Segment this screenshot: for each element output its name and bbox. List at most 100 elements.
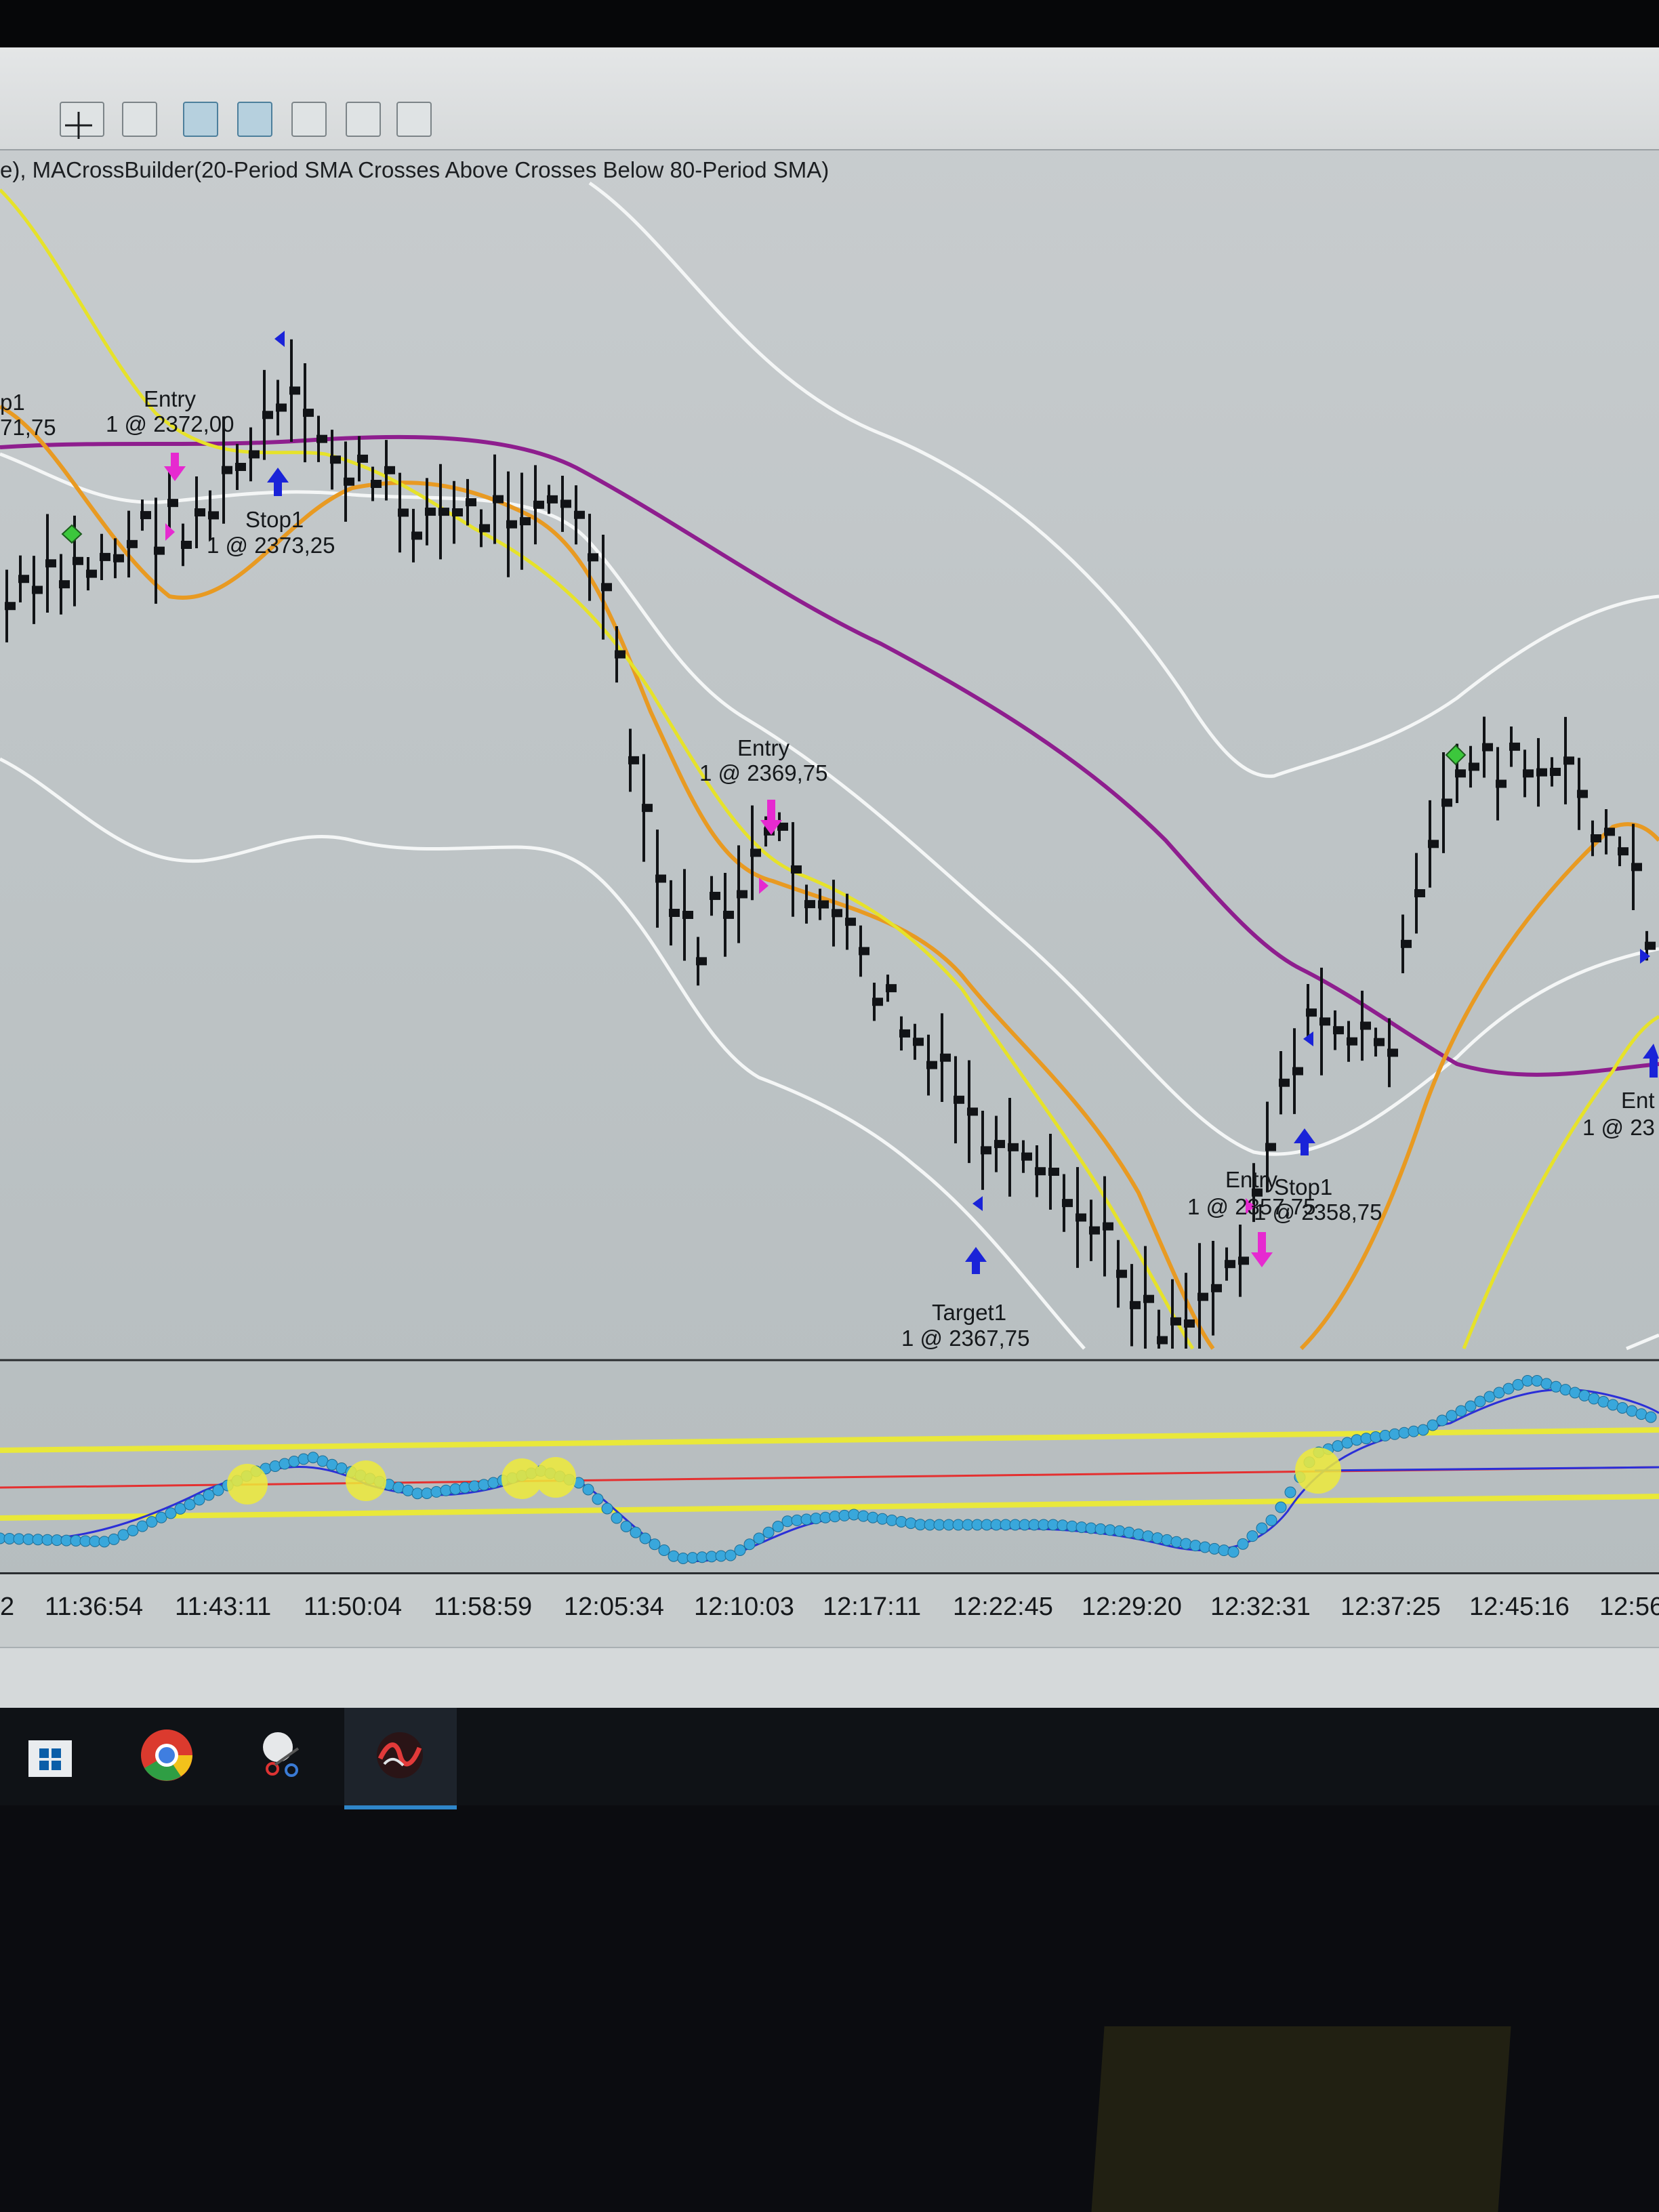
time-label: 11:43:11 <box>175 1593 272 1621</box>
price-bar-tick <box>140 511 151 520</box>
price-bar-tick <box>1197 1292 1208 1301</box>
price-bar-tick <box>1496 779 1507 788</box>
oscillator-dot <box>468 1480 480 1492</box>
oscillator-dot <box>1341 1437 1353 1449</box>
price-bar-tick <box>1482 743 1493 752</box>
price-bar-tick <box>127 539 138 548</box>
oscillator-dot <box>1265 1514 1277 1526</box>
oscillator-dot <box>1408 1425 1420 1437</box>
price-bar-tick <box>1455 769 1466 778</box>
price-bar-tick <box>1591 834 1601 843</box>
oscillator-dot <box>772 1521 784 1532</box>
oscillator-dot <box>1104 1524 1116 1536</box>
oscillator-dot <box>1094 1523 1107 1535</box>
price-bar-tick <box>682 911 693 920</box>
marker-title: Target1 <box>932 1300 1007 1325</box>
price-bar-tick <box>1225 1260 1235 1269</box>
oscillator-dot <box>288 1456 300 1467</box>
oscillator-dot <box>1436 1414 1448 1427</box>
price-bar-tick <box>438 508 449 516</box>
oscillator-dot <box>1351 1434 1363 1446</box>
price-bar-tick <box>289 386 300 395</box>
time-label: 12:05:34 <box>564 1593 664 1621</box>
snipping-tool-icon[interactable] <box>251 1721 319 1789</box>
price-bar-tick <box>45 559 56 568</box>
price-bar-tick <box>398 508 409 517</box>
oscillator-dot <box>298 1453 310 1465</box>
oscillator-dot <box>743 1538 756 1551</box>
crosshair-glyph <box>65 112 92 139</box>
oscillator-dot <box>203 1489 215 1501</box>
price-bar-tick <box>1618 847 1629 856</box>
price-bar-tick <box>1021 1152 1032 1161</box>
price-bar-tick <box>1103 1222 1113 1231</box>
price-bar-tick <box>344 477 354 486</box>
price-bar-tick <box>696 957 707 966</box>
price-bar-tick <box>601 583 612 592</box>
price-bar-tick <box>181 540 192 549</box>
price-bar-tick <box>1577 790 1588 798</box>
oscillator-dot <box>1427 1419 1439 1431</box>
price-bar-tick <box>899 1029 910 1038</box>
oscillator-dot <box>1237 1538 1249 1550</box>
price-bar-tick <box>493 495 504 504</box>
price-bar-tick <box>5 602 16 611</box>
price-bar-tick <box>32 586 43 594</box>
oscillator-dot <box>886 1514 898 1526</box>
marker-detail: 1 @ 2367,75 <box>901 1326 1030 1351</box>
marker-detail: 1 @ 2358,75 <box>1254 1200 1382 1225</box>
oscillator-dot <box>601 1502 613 1515</box>
oscillator-dot <box>1246 1530 1258 1542</box>
marker-title: Ent <box>1621 1088 1655 1113</box>
price-bar-tick <box>1550 767 1561 776</box>
time-label: 11:36:54 <box>45 1593 144 1621</box>
price-bar-tick <box>791 865 802 874</box>
price-bar-tick <box>1143 1294 1154 1303</box>
price-bar-tick <box>59 580 70 589</box>
oscillator-dot <box>440 1484 452 1496</box>
price-bar-tick <box>425 508 436 516</box>
oscillator-dot <box>838 1509 851 1521</box>
price-bar-tick <box>1374 1038 1385 1046</box>
price-bar-tick <box>1035 1167 1046 1176</box>
oscillator-dot <box>1132 1528 1145 1540</box>
oscillator-dot <box>668 1550 680 1562</box>
price-bar-tick <box>710 891 720 900</box>
store-icon[interactable] <box>16 1721 84 1789</box>
price-bar-tick <box>154 546 165 555</box>
price-bar-tick <box>1130 1300 1141 1309</box>
price-bar-tick <box>1347 1037 1357 1046</box>
oscillator-dot <box>734 1544 746 1556</box>
price-bar-tick <box>506 520 517 529</box>
price-bar-tick <box>1211 1284 1222 1292</box>
marker-detail: 1 @ 2372,00 <box>106 411 234 436</box>
oscillator-dot <box>1645 1411 1657 1423</box>
price-bar-tick <box>303 409 314 417</box>
time-label: 12:17:11 <box>823 1593 922 1621</box>
price-bar-tick <box>588 553 598 562</box>
oscillator-dot <box>421 1488 433 1499</box>
oscillator-dot <box>193 1494 205 1506</box>
oscillator-dot <box>724 1549 737 1561</box>
price-bar-tick <box>1279 1078 1290 1087</box>
oscillator-dot <box>1446 1410 1458 1422</box>
price-chart[interactable] <box>0 0 1659 1708</box>
oscillator-dot <box>279 1458 291 1470</box>
oscillator-dot <box>478 1479 490 1491</box>
price-bar-tick <box>1631 863 1642 872</box>
marker-title: Entry <box>1225 1167 1278 1192</box>
oscillator-dot <box>649 1538 661 1551</box>
trading-platform-icon[interactable] <box>366 1721 434 1789</box>
oscillator-dot <box>1208 1542 1221 1555</box>
price-bar-tick <box>1319 1017 1330 1026</box>
price-bar-tick <box>100 552 110 561</box>
marker-detail: 71,75 <box>0 415 56 440</box>
price-bar-tick <box>86 569 97 578</box>
price-bar-tick <box>832 909 842 918</box>
time-label: 12:37:25 <box>1340 1593 1441 1621</box>
upper-band <box>588 181 1659 778</box>
price-bar-tick <box>316 434 327 443</box>
price-bar-tick <box>1076 1213 1086 1222</box>
oscillator-dot <box>1113 1525 1126 1537</box>
chrome-icon[interactable] <box>133 1721 201 1789</box>
